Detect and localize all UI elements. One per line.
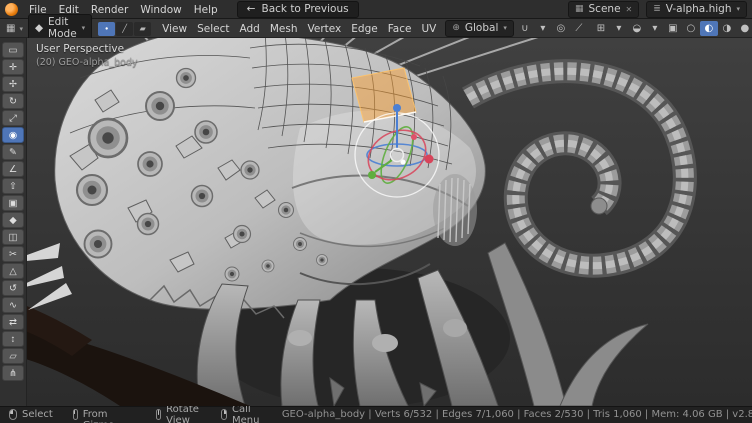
tool-button[interactable]: ↻	[2, 93, 24, 109]
view-layer-name: V-alpha.high	[666, 3, 732, 15]
tool-button[interactable]: ⤢	[2, 110, 24, 126]
view-layer-selector[interactable]: ≣ V-alpha.high ▾	[646, 1, 747, 18]
gizmo-x-handle[interactable]	[425, 155, 434, 164]
mouse-icon	[9, 409, 17, 420]
header-icon-button[interactable]: ◒	[628, 21, 646, 36]
menu-item[interactable]: Help	[188, 2, 224, 18]
mesh-select-mode-buttons: ∙╱▰	[98, 22, 151, 36]
scene-statistics: GEO-alpha_body | Verts 6/532 | Edges 7/1…	[282, 409, 752, 420]
chevron-down-icon: ▾	[82, 24, 86, 32]
scene-selector[interactable]: ▦ Scene ✕	[568, 1, 639, 18]
back-arrow-icon: ←	[247, 3, 256, 15]
select-mode-button[interactable]: ▰	[134, 22, 151, 36]
blender-logo-icon[interactable]	[5, 3, 18, 16]
viewport-3d-model[interactable]	[0, 38, 752, 406]
editor-type-icon[interactable]: ▦	[4, 23, 17, 34]
header-icon-button[interactable]: ○	[682, 21, 700, 36]
tool-button[interactable]: ∠	[2, 161, 24, 177]
select-mode-button[interactable]: ╱	[116, 22, 133, 36]
gill-slits	[433, 174, 477, 246]
header-icon-button[interactable]: ▾	[610, 21, 628, 36]
header-icon-button[interactable]: ◎	[552, 21, 570, 36]
tool-button[interactable]: ↺	[2, 280, 24, 296]
mouse-icon	[156, 409, 162, 420]
editor-type-chevron-icon: ▾	[19, 25, 23, 33]
scene-clear-icon[interactable]: ✕	[626, 5, 633, 14]
back-to-previous-label: Back to Previous	[261, 3, 348, 15]
tool-button[interactable]: ∿	[2, 297, 24, 313]
tool-button[interactable]: ⇄	[2, 314, 24, 330]
header-icon-button[interactable]: ◑	[718, 21, 736, 36]
menu-item[interactable]: UV	[416, 21, 441, 37]
tool-button[interactable]: ⇧	[2, 178, 24, 194]
back-to-previous-button[interactable]: ← Back to Previous	[225, 1, 359, 18]
snap-proportional-icons: ∪▾◎⟋	[516, 21, 588, 36]
header-icon-button[interactable]: ⊞	[592, 21, 610, 36]
header-icon-button[interactable]: ∪	[516, 21, 534, 36]
scene-name: Scene	[589, 3, 621, 15]
mouse-icon	[73, 409, 78, 420]
status-bar: Select Transform From Gizmo Rotate View …	[0, 406, 752, 423]
tool-button[interactable]: ▣	[2, 195, 24, 211]
transform-orientation-selector[interactable]: ⊕ Global ▾	[445, 20, 514, 37]
tool-button[interactable]: ↕	[2, 331, 24, 347]
active-object-label: (20) GEO-alpha_body	[36, 57, 138, 68]
tool-button[interactable]: ⋔	[2, 365, 24, 381]
menu-item[interactable]: Render	[85, 2, 134, 18]
viewport-header: ▦ ▾ ◆ Edit Mode ▾ ∙╱▰ ViewSelectAddMeshV…	[0, 19, 752, 38]
menu-item[interactable]: Select	[192, 21, 234, 37]
select-mode-button[interactable]: ∙	[98, 22, 115, 36]
menu-item[interactable]: Mesh	[265, 21, 303, 37]
tool-button[interactable]: ✂	[2, 246, 24, 262]
view-layer-icon: ≣	[653, 4, 661, 14]
tool-button[interactable]: ◉	[2, 127, 24, 143]
scene-icon: ▦	[575, 4, 584, 14]
tool-button[interactable]: ✢	[2, 76, 24, 92]
globe-icon: ⊕	[452, 23, 460, 33]
tool-button[interactable]: ◆	[2, 212, 24, 228]
view-name-label: User Perspective	[36, 43, 138, 55]
creature-tail[interactable]	[468, 71, 685, 265]
tool-button[interactable]: △	[2, 263, 24, 279]
tool-button[interactable]: ✎	[2, 144, 24, 160]
tool-button[interactable]: ▱	[2, 348, 24, 364]
tool-shelf: ▭✛✢↻⤢◉✎∠⇧▣◆◫✂△↺∿⇄↕▱⋔	[0, 38, 27, 406]
header-icon-button[interactable]: ▾	[646, 21, 664, 36]
chevron-down-icon: ▾	[736, 5, 740, 13]
menu-item[interactable]: Add	[235, 21, 265, 37]
viewport-menus: ViewSelectAddMeshVertexEdgeFaceUV	[157, 21, 441, 37]
topbar: FileEditRenderWindowHelp ← Back to Previ…	[0, 0, 752, 19]
menu-item[interactable]: Vertex	[303, 21, 347, 37]
mode-label: Edit Mode	[48, 16, 77, 40]
header-icon-button[interactable]: ▣	[664, 21, 682, 36]
tool-button[interactable]: ✛	[2, 59, 24, 75]
menu-item[interactable]: View	[157, 21, 192, 37]
header-icon-button[interactable]: ●	[736, 21, 752, 36]
menu-item[interactable]: Edge	[346, 21, 382, 37]
edit-mode-icon: ◆	[35, 22, 43, 34]
menu-item[interactable]: Window	[134, 2, 187, 18]
blender-window: { "topbar": { "menus": ["File", "Edit", …	[0, 0, 752, 423]
viewport-3d[interactable]: ▭✛✢↻⤢◉✎∠⇧▣◆◫✂△↺∿⇄↕▱⋔ User Perspective (2…	[0, 38, 752, 406]
tool-button[interactable]: ▭	[2, 42, 24, 58]
viewport-overlay-text: User Perspective (20) GEO-alpha_body	[36, 43, 138, 68]
header-icon-button[interactable]: ▾	[534, 21, 552, 36]
header-icon-button[interactable]: ◐	[700, 21, 718, 36]
viewport-display-icons: ⊞▾◒▾▣○◐◑●	[592, 21, 752, 36]
mouse-icon	[221, 409, 227, 420]
menu-item[interactable]: Face	[383, 21, 417, 37]
chevron-down-icon: ▾	[503, 24, 507, 32]
header-icon-button[interactable]: ⟋	[570, 21, 588, 36]
tool-button[interactable]: ◫	[2, 229, 24, 245]
orientation-label: Global	[465, 22, 499, 34]
